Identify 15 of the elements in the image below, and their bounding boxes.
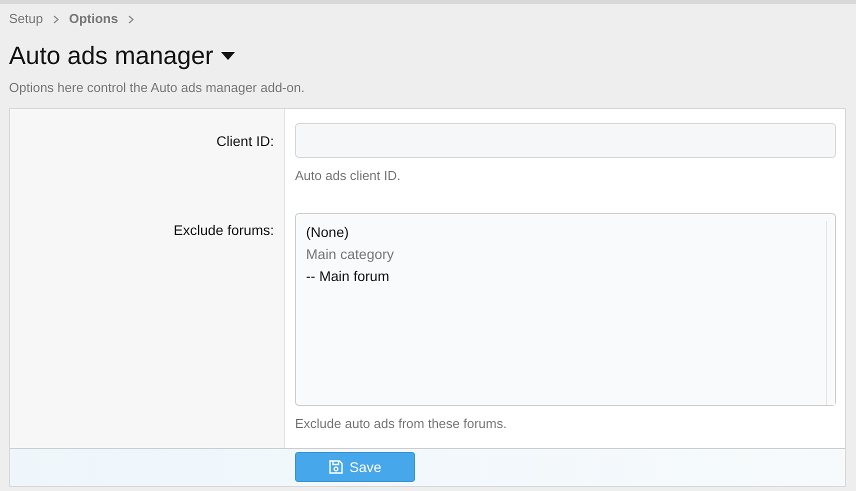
listbox-option[interactable]: -- Main forum xyxy=(306,265,390,287)
breadcrumb-link[interactable]: Options xyxy=(68,9,118,29)
listbox-option[interactable]: (None) xyxy=(306,221,349,243)
page-title: Auto ads manager xyxy=(9,41,214,71)
client-id-input[interactable] xyxy=(295,122,836,158)
breadcrumb-link[interactable]: Setup xyxy=(9,9,43,29)
dropdown-caret-icon[interactable] xyxy=(221,52,236,60)
chevron-right-icon xyxy=(52,14,59,24)
chevron-right-icon xyxy=(128,14,134,24)
field-hint: Auto ads client ID. xyxy=(295,166,402,184)
field-hint: Exclude auto ads from these forums. xyxy=(295,415,508,433)
field-label: Client ID: xyxy=(216,132,274,148)
page-description: Options here control the Auto ads manager add-on. xyxy=(9,79,306,97)
field-label: Exclude forums: xyxy=(174,221,274,237)
listbox-option: Main category xyxy=(306,243,394,265)
